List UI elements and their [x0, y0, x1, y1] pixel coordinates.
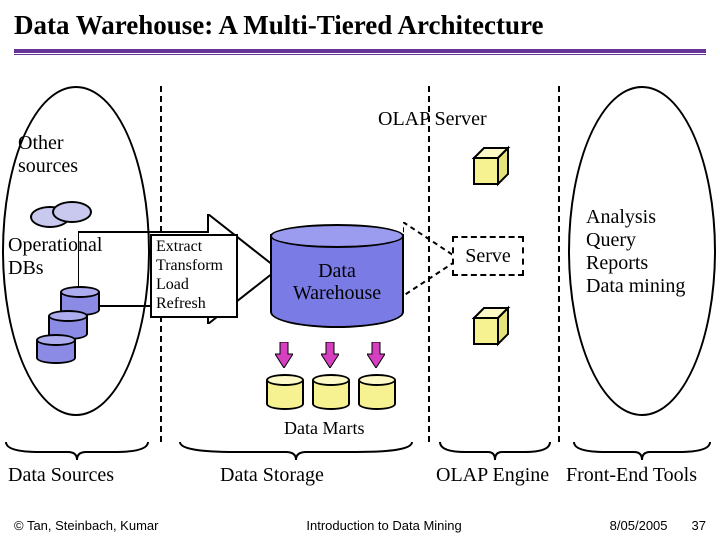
tier-divider-3: [558, 86, 560, 442]
olap-server-label: OLAP Server: [378, 108, 487, 131]
slide-title: Data Warehouse: A Multi-Tiered Architect…: [0, 0, 720, 45]
brace-icon: [4, 440, 150, 462]
etl-line: Transform: [156, 257, 232, 276]
diagram-stage: Other sources Operational DBs Extract Tr…: [0, 66, 720, 512]
down-arrow-icon: [275, 342, 293, 368]
tier-label-storage: Data Storage: [220, 464, 324, 487]
olap-cube-icon: [470, 304, 514, 348]
operational-db-icon: [36, 334, 76, 364]
down-arrow-icon: [367, 342, 385, 368]
dw-label: Data: [318, 260, 356, 282]
etl-line: Refresh: [156, 295, 232, 314]
olap-cube-icon: [470, 144, 514, 188]
brace-icon: [178, 440, 414, 462]
serve-box: Serve: [452, 236, 524, 276]
footer-copyright: © Tan, Steinbach, Kumar: [14, 518, 158, 533]
other-sources-label: Other sources: [18, 132, 108, 178]
serve-arrow: [403, 222, 459, 296]
data-marts-label: Data Marts: [284, 418, 364, 439]
etl-line: Extract: [156, 238, 232, 257]
brace-icon: [438, 440, 552, 462]
footer-page: 37: [692, 518, 706, 533]
footer-title: Introduction to Data Mining: [306, 518, 461, 533]
brace-icon: [572, 440, 712, 462]
footer-date: 8/05/2005: [610, 518, 668, 533]
data-mart-icon: [312, 374, 350, 410]
data-mart-icon: [358, 374, 396, 410]
etl-box: Extract Transform Load Refresh: [150, 234, 238, 318]
front-end-tools-label: Analysis Query Reports Data mining: [586, 206, 716, 298]
source-ellipse-icon: [52, 201, 92, 223]
tier-label-sources: Data Sources: [8, 464, 114, 487]
slide-footer: © Tan, Steinbach, Kumar Introduction to …: [0, 514, 720, 540]
operational-dbs-label: Operational DBs: [8, 234, 118, 280]
data-warehouse-cylinder: Data Warehouse: [270, 224, 404, 328]
dw-label: Warehouse: [293, 282, 381, 304]
tier-label-frontend: Front-End Tools: [566, 464, 697, 487]
tier-label-olap: OLAP Engine: [436, 464, 549, 487]
down-arrow-icon: [321, 342, 339, 368]
etl-line: Load: [156, 276, 232, 295]
data-mart-icon: [266, 374, 304, 410]
title-underline: [14, 49, 706, 55]
